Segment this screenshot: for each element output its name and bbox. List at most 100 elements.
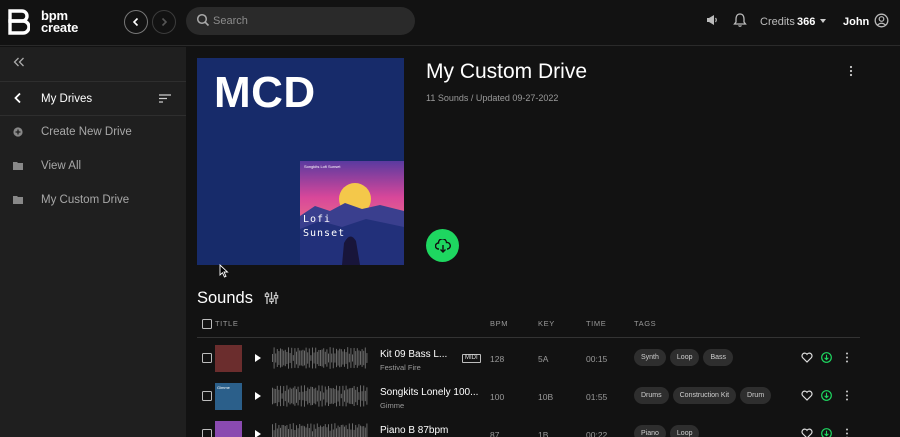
sound-title[interactable]: Songkits Lonely 100...: [380, 387, 478, 398]
sound-subtitle[interactable]: Gimme: [380, 401, 404, 410]
tag-chip[interactable]: Loop: [669, 349, 700, 366]
cloud-download-icon: [434, 238, 451, 253]
midi-badge: MIDI: [462, 354, 481, 363]
waveform[interactable]: [272, 385, 368, 407]
mini-cover-line-1: Lofi: [303, 214, 332, 225]
chevron-left-icon[interactable]: [13, 92, 23, 104]
top-bar: bpm create Credits 366 John: [0, 0, 900, 46]
sounds-title: Sounds: [197, 289, 253, 307]
waveform[interactable]: [272, 347, 368, 369]
sound-thumbnail[interactable]: [215, 421, 242, 437]
bpm-logo-icon[interactable]: [8, 9, 30, 35]
forward-button[interactable]: [152, 10, 176, 34]
column-tags: TAGS: [634, 319, 657, 328]
tag-chip[interactable]: Drums: [634, 387, 669, 404]
drive-title: My Custom Drive: [426, 60, 588, 83]
sound-bpm: 128: [490, 354, 505, 364]
sound-bpm: 87: [490, 430, 500, 437]
user-avatar-icon[interactable]: [874, 13, 889, 28]
waveform[interactable]: [272, 423, 368, 437]
sound-bpm: 100: [490, 392, 505, 402]
play-button[interactable]: [255, 354, 261, 362]
sidebar-item-label: Create New Drive: [41, 126, 132, 138]
sunset-art-icon: [300, 161, 404, 265]
more-options-icon[interactable]: [844, 352, 850, 363]
sidebar-item-label: My Custom Drive: [41, 194, 130, 206]
collapse-sidebar-icon[interactable]: [13, 57, 25, 67]
more-options-icon[interactable]: [844, 428, 850, 437]
heart-icon[interactable]: [801, 390, 813, 401]
sound-row[interactable]: Piano B 87bpm 87 1B 00:22 Piano Loop: [197, 415, 860, 437]
mini-cover-line-2: Sunset: [303, 228, 346, 239]
sidebar-item-label: View All: [41, 160, 82, 172]
sidebar-item-create-new-drive[interactable]: Create New Drive: [0, 116, 186, 149]
row-checkbox[interactable]: [202, 429, 212, 437]
download-sound-icon[interactable]: [821, 428, 832, 437]
search-box[interactable]: [186, 7, 415, 35]
tag-chip[interactable]: Loop: [669, 425, 700, 437]
credits-label: Credits: [760, 16, 795, 28]
user-name[interactable]: John: [843, 16, 869, 28]
select-all-checkbox[interactable]: [202, 319, 212, 329]
credits-value: 366: [797, 16, 816, 28]
megaphone-icon[interactable]: [705, 13, 719, 27]
sound-tags: Drums Construction Kit Drum: [634, 387, 772, 404]
tag-chip[interactable]: Bass: [703, 349, 734, 366]
mini-cover-caption: Songkits Lofi Sunset: [304, 164, 341, 169]
sidebar-item-my-custom-drive[interactable]: My Custom Drive: [0, 184, 186, 217]
heart-icon[interactable]: [801, 428, 813, 437]
sound-row[interactable]: Kit 09 Bass L... Festival Fire MIDI 128 …: [197, 339, 860, 377]
play-button[interactable]: [255, 430, 261, 437]
filter-sliders-icon[interactable]: [264, 291, 279, 305]
sort-icon[interactable]: [159, 94, 171, 103]
sound-tags: Synth Loop Bass: [634, 349, 734, 366]
chevron-left-icon: [132, 17, 139, 27]
download-drive-button[interactable]: [426, 229, 459, 262]
sound-title[interactable]: Piano B 87bpm: [380, 425, 448, 436]
sound-time: 00:22: [586, 430, 608, 437]
mini-cover-art: Songkits Lofi Sunset Lofi Sunset: [300, 161, 404, 265]
credits-dropdown-icon[interactable]: [820, 19, 826, 23]
download-sound-icon[interactable]: [821, 390, 832, 401]
column-bpm[interactable]: BPM: [490, 319, 508, 328]
sound-key: 1B: [538, 430, 549, 437]
column-title[interactable]: TITLE: [215, 319, 238, 328]
back-button[interactable]: [124, 10, 148, 34]
my-drives-header[interactable]: My Drives: [0, 81, 186, 116]
search-icon: [196, 13, 210, 27]
heart-icon[interactable]: [801, 352, 813, 363]
drive-meta: 11 Sounds / Updated 09-27-2022: [426, 93, 559, 103]
thumbnail-text: Gimme: [217, 385, 230, 390]
sound-key: 5A: [538, 354, 549, 364]
cover-text: MCD: [214, 68, 316, 117]
sound-thumbnail[interactable]: Gimme: [215, 383, 242, 410]
tag-chip[interactable]: Drum: [740, 387, 772, 404]
more-options-icon[interactable]: [846, 65, 856, 77]
sound-time: 01:55: [586, 392, 608, 402]
sound-thumbnail[interactable]: [215, 345, 242, 372]
sidebar-item-view-all[interactable]: View All: [0, 150, 186, 183]
sidebar: My Drives Create New Drive View All My C…: [0, 47, 186, 437]
download-sound-icon[interactable]: [821, 352, 832, 363]
column-key[interactable]: KEY: [538, 319, 555, 328]
tag-chip[interactable]: Synth: [634, 349, 666, 366]
brand-line-2: create: [41, 20, 79, 35]
sound-title[interactable]: Kit 09 Bass L...: [380, 349, 447, 360]
sound-subtitle[interactable]: Festival Fire: [380, 363, 421, 372]
sound-tags: Piano Loop: [634, 425, 700, 437]
plus-circle-icon: [13, 127, 23, 137]
brand-name[interactable]: bpm create: [41, 9, 79, 35]
drive-cover: MCD Songkits Lofi Sunset Lofi Sunset: [197, 58, 404, 265]
tag-chip[interactable]: Piano: [634, 425, 666, 437]
mouse-cursor-icon: [219, 264, 229, 278]
sound-key: 10B: [538, 392, 554, 402]
row-checkbox[interactable]: [202, 353, 212, 363]
column-time[interactable]: TIME: [586, 319, 606, 328]
row-checkbox[interactable]: [202, 391, 212, 401]
more-options-icon[interactable]: [844, 390, 850, 401]
bell-icon[interactable]: [733, 12, 747, 28]
play-button[interactable]: [255, 392, 261, 400]
tag-chip[interactable]: Construction Kit: [672, 387, 737, 404]
sound-row[interactable]: Gimme Songkits Lonely 100... Gimme 100 1…: [197, 377, 860, 415]
search-input[interactable]: [213, 12, 403, 30]
